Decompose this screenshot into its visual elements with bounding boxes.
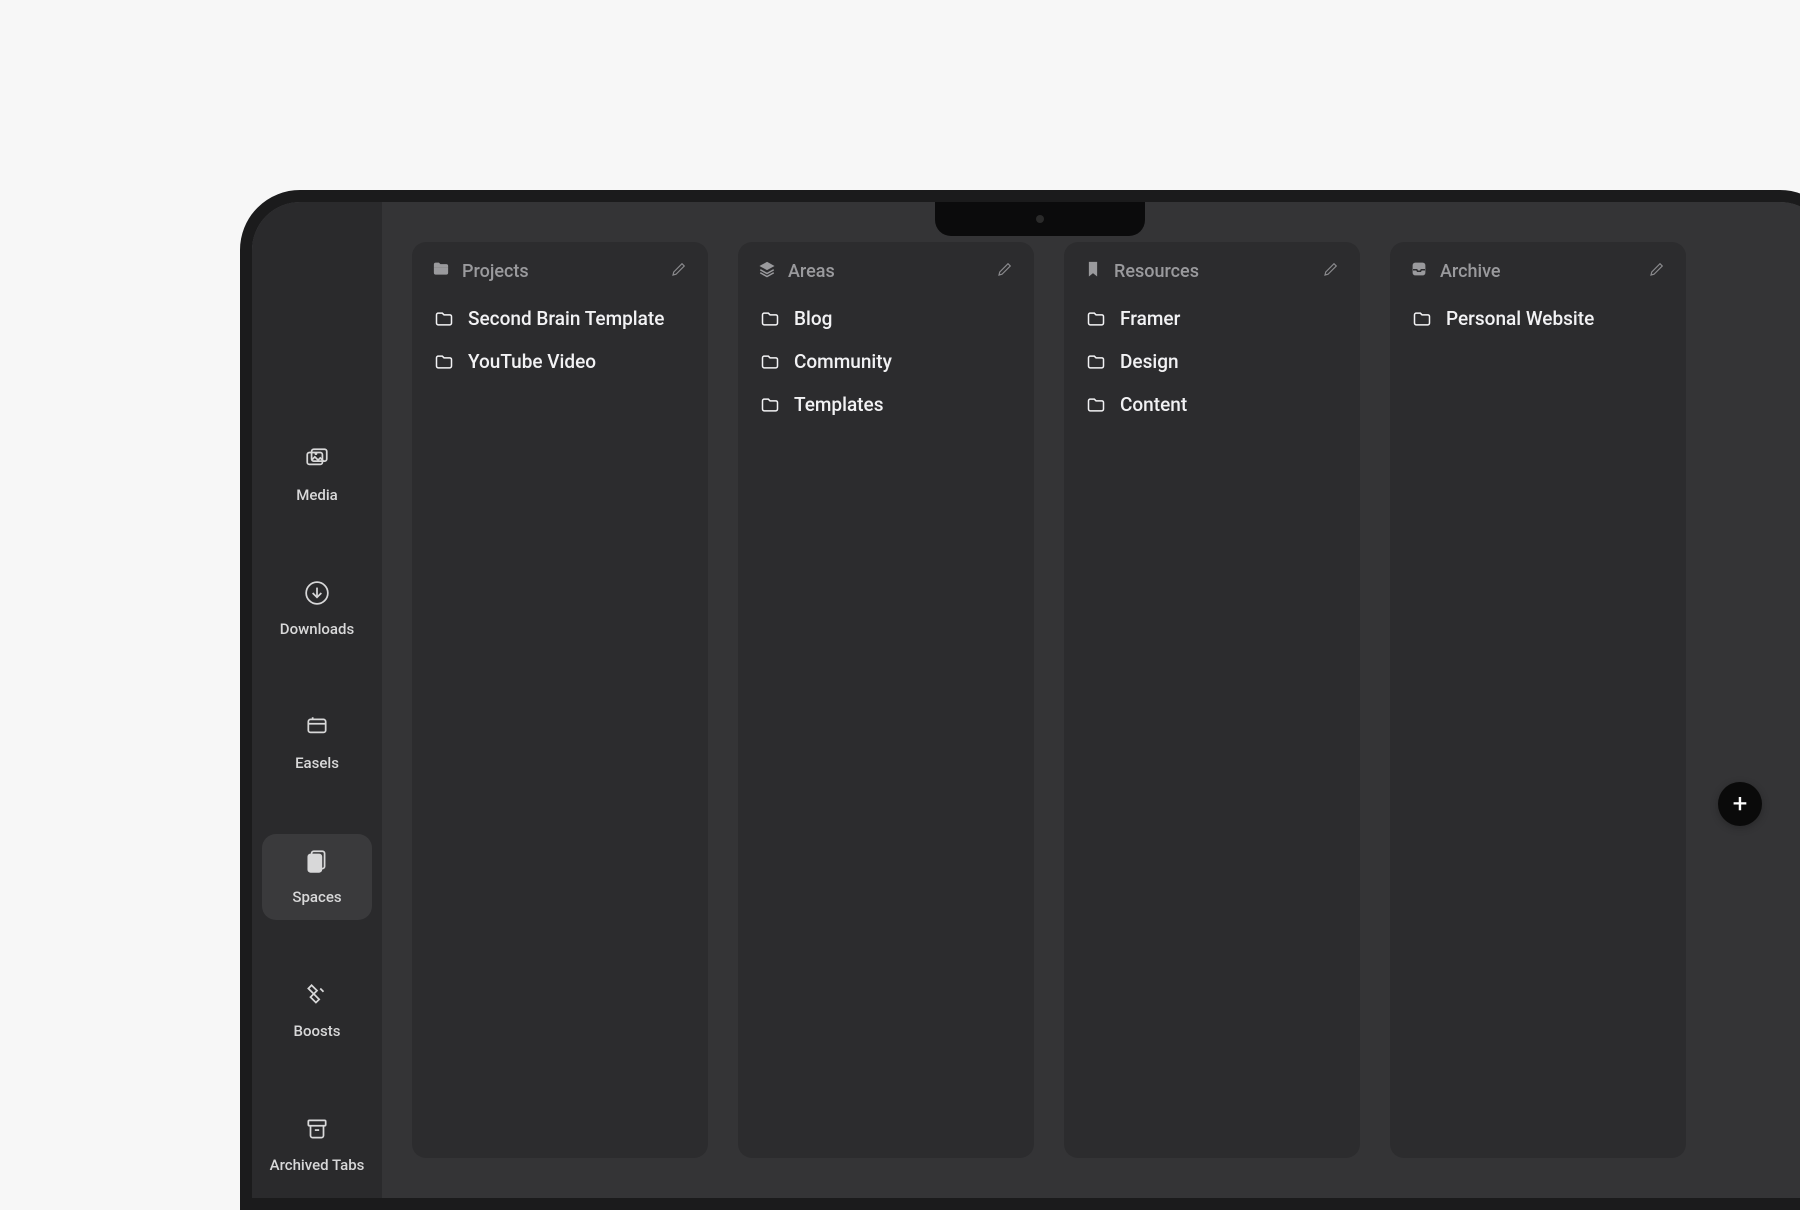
laptop-frame: Media Downloads Easels Spaces	[240, 190, 1800, 1210]
folder-row[interactable]: YouTube Video	[432, 340, 688, 383]
sidebar-item-media[interactable]: Media	[262, 432, 372, 518]
sidebar-item-boosts[interactable]: Boosts	[262, 968, 372, 1054]
folder-row[interactable]: Content	[1084, 383, 1340, 426]
folder-label: Community	[794, 350, 892, 373]
boost-icon	[304, 982, 330, 1012]
column-header: Resources	[1084, 260, 1340, 283]
plus-icon: +	[1733, 791, 1748, 817]
sidebar-item-easels[interactable]: Easels	[262, 700, 372, 786]
folder-row[interactable]: Framer	[1084, 297, 1340, 340]
folder-row[interactable]: Community	[758, 340, 1014, 383]
sidebar-item-downloads[interactable]: Downloads	[262, 566, 372, 652]
folder-label: Second Brain Template	[468, 307, 664, 330]
column-title: Resources	[1114, 261, 1199, 282]
folder-label: Blog	[794, 307, 832, 330]
folder-row[interactable]: Second Brain Template	[432, 297, 688, 340]
layers-icon	[758, 260, 776, 283]
column-header: Areas	[758, 260, 1014, 283]
sidebar-item-label: Downloads	[280, 620, 354, 638]
easel-icon	[304, 714, 330, 744]
edit-column-button[interactable]	[1648, 260, 1666, 283]
column-header: Archive	[1410, 260, 1666, 283]
add-button[interactable]: +	[1718, 782, 1762, 826]
sidebar-item-label: Easels	[295, 754, 339, 772]
notch	[935, 202, 1145, 236]
download-icon	[304, 580, 330, 610]
spaces-board: Projects Second Brain Template YouTube V…	[382, 202, 1800, 1198]
folder-label: Content	[1120, 393, 1187, 416]
edit-column-button[interactable]	[670, 260, 688, 283]
spaces-icon	[304, 848, 330, 878]
column-title: Areas	[788, 261, 835, 282]
column-archive: Archive Personal Website	[1390, 242, 1686, 1158]
folder-row[interactable]: Personal Website	[1410, 297, 1666, 340]
column-title: Projects	[462, 261, 529, 282]
edit-column-button[interactable]	[996, 260, 1014, 283]
folder-row[interactable]: Design	[1084, 340, 1340, 383]
folder-label: Design	[1120, 350, 1179, 373]
sidebar-item-label: Media	[296, 486, 338, 504]
sidebar: Media Downloads Easels Spaces	[252, 202, 382, 1198]
archive-icon	[304, 1116, 330, 1146]
folder-label: Framer	[1120, 307, 1180, 330]
sidebar-item-label: Boosts	[294, 1022, 341, 1040]
edit-column-button[interactable]	[1322, 260, 1340, 283]
inbox-icon	[1410, 260, 1428, 283]
column-resources: Resources Framer Design Content	[1064, 242, 1360, 1158]
column-projects: Projects Second Brain Template YouTube V…	[412, 242, 708, 1158]
sidebar-item-spaces[interactable]: Spaces	[262, 834, 372, 920]
column-title: Archive	[1440, 261, 1501, 282]
folder-label: Templates	[794, 393, 883, 416]
folder-label: Personal Website	[1446, 307, 1594, 330]
column-header: Projects	[432, 260, 688, 283]
folder-open-icon	[432, 260, 450, 283]
sidebar-item-label: Archived Tabs	[270, 1156, 365, 1174]
folder-label: YouTube Video	[468, 350, 596, 373]
column-areas: Areas Blog Community Templates	[738, 242, 1034, 1158]
folder-row[interactable]: Templates	[758, 383, 1014, 426]
sidebar-item-label: Spaces	[292, 888, 341, 906]
sidebar-item-archived-tabs[interactable]: Archived Tabs	[262, 1102, 372, 1188]
app-screen: Media Downloads Easels Spaces	[252, 202, 1800, 1198]
bookmark-icon	[1084, 260, 1102, 283]
folder-row[interactable]: Blog	[758, 297, 1014, 340]
media-icon	[304, 446, 330, 476]
